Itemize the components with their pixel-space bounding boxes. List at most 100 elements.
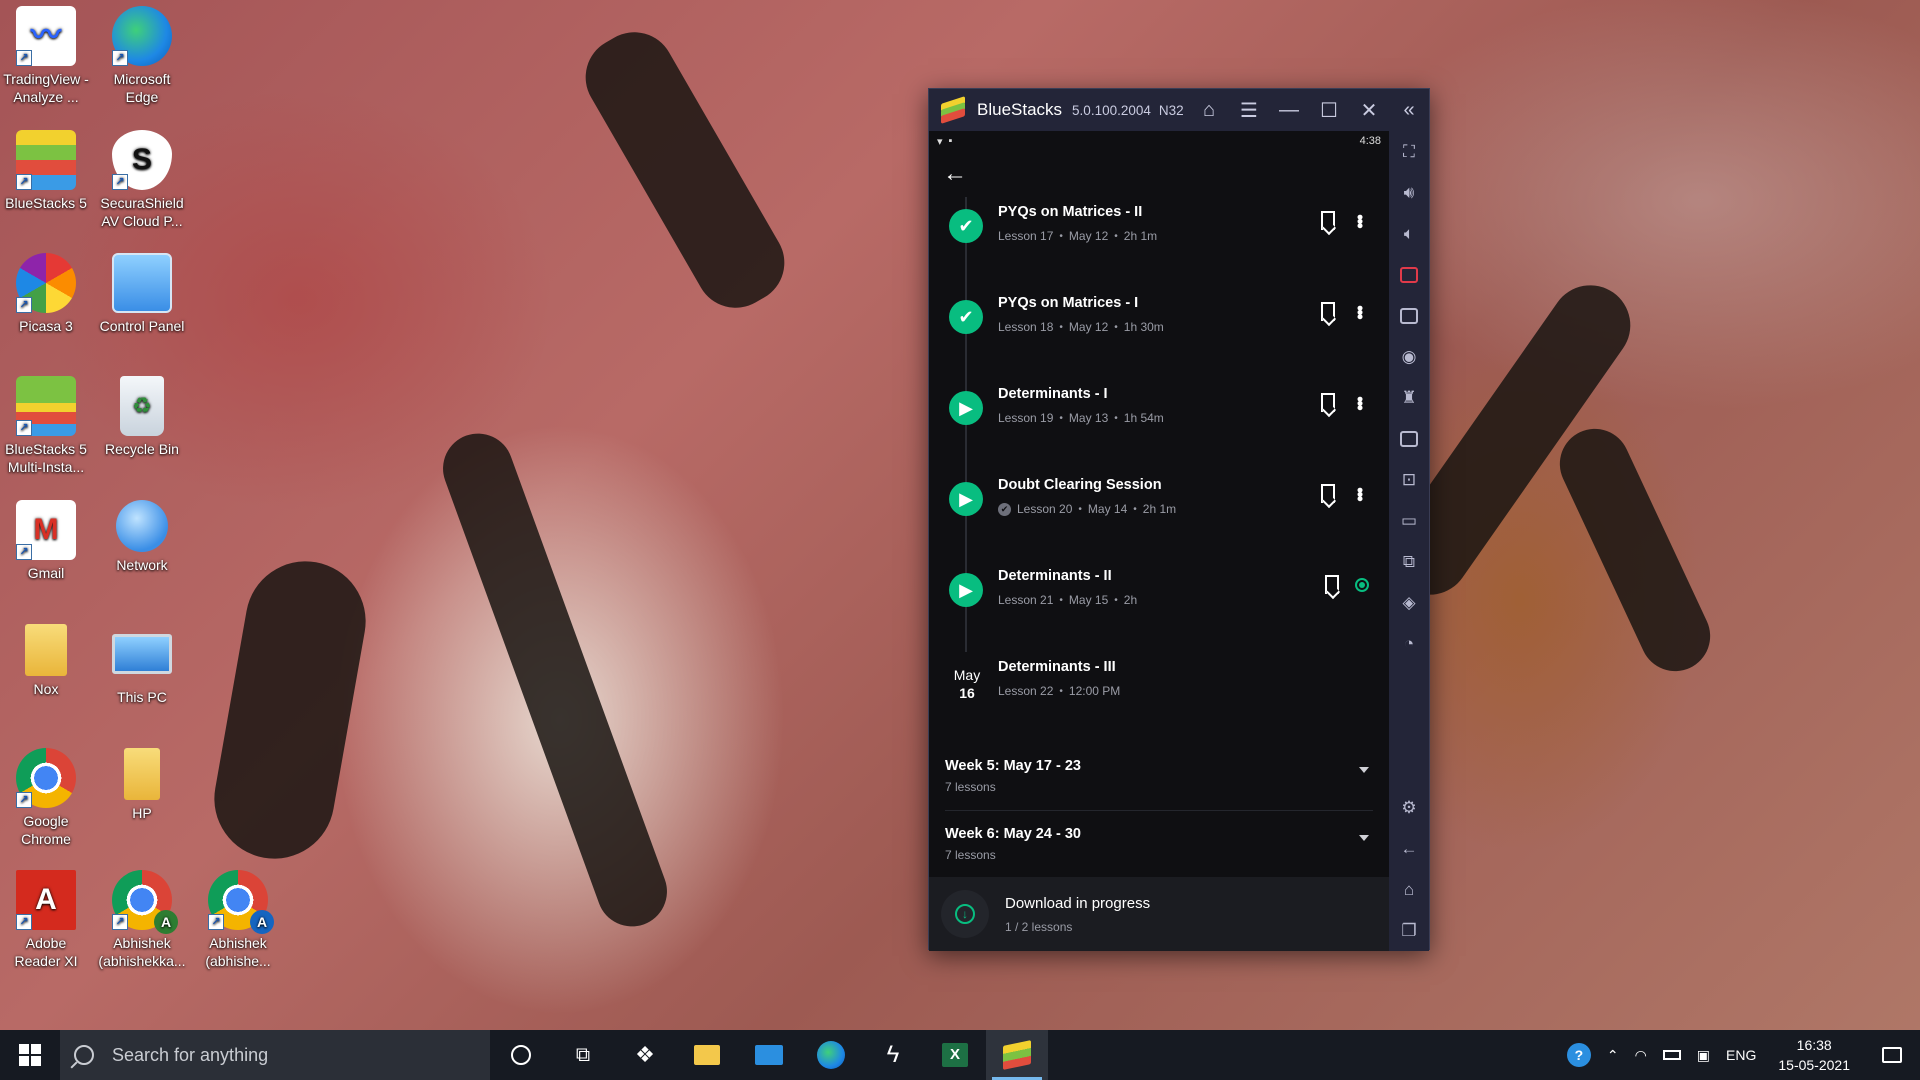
wifi-button[interactable]: ◠ — [1627, 1030, 1655, 1080]
play-icon[interactable]: ▶ — [949, 391, 983, 425]
desktop-icon-picasa[interactable]: ↗ Picasa 3 — [2, 253, 90, 335]
desktop-icon-adobe-reader[interactable]: A ↗ Adobe Reader XI — [2, 870, 90, 970]
desktop-icon-chrome[interactable]: ↗ Google Chrome — [2, 748, 90, 848]
media-folder-button[interactable]: ▭ — [1389, 500, 1429, 541]
bluestacks-window: BlueStacks 5.0.100.2004 N32 ⌂ ☰ — ☐ ✕ « … — [928, 88, 1430, 951]
play-icon[interactable]: ▶ — [949, 573, 983, 607]
lesson-item[interactable]: May 16 Determinants - III Lesson 22 • 12:… — [929, 652, 1389, 743]
lesson-item[interactable]: ▶ Doubt Clearing Session ✔ Lesson 20 • Ma… — [929, 470, 1389, 561]
screenshot-button[interactable]: ⊡ — [1389, 459, 1429, 500]
keyboard-button[interactable] — [1389, 295, 1429, 336]
task-view-button[interactable]: ⧉ — [552, 1030, 614, 1080]
multi-instance-button[interactable]: ⧉ — [1389, 541, 1429, 582]
window-version: 5.0.100.2004 — [1072, 102, 1151, 118]
settings-button[interactable]: ⚙ — [1389, 787, 1429, 828]
meet-now-button[interactable]: ▣ — [1689, 1030, 1718, 1080]
desktop-icon-tradingview[interactable]: 〰 ↗ TradingView - Analyze ... — [2, 6, 90, 106]
chevron-down-icon — [1359, 767, 1369, 773]
desktop-icon-control-panel[interactable]: Control Panel — [98, 253, 186, 335]
language-button[interactable]: ENG — [1718, 1030, 1764, 1080]
bookmark-icon[interactable] — [1321, 302, 1335, 321]
bluestacks-titlebar[interactable]: BlueStacks 5.0.100.2004 N32 ⌂ ☰ — ☐ ✕ « — [929, 89, 1429, 131]
minimize-button[interactable]: — — [1269, 89, 1309, 131]
desktop-icon-hp[interactable]: HP — [98, 748, 186, 822]
download-progress-bar[interactable]: ↓ Download in progress 1 / 2 lessons — [929, 877, 1389, 951]
fullscreen-button[interactable]: ⛶ — [1389, 131, 1429, 172]
play-icon[interactable]: ▶ — [949, 482, 983, 516]
lesson-item[interactable]: ✔ PYQs on Matrices - I Lesson 18 • May 12… — [929, 288, 1389, 379]
desktop-icon-abhishek-1[interactable]: A ↗ Abhishek (abhishekka... — [98, 870, 186, 970]
menu-button[interactable]: ☰ — [1229, 89, 1269, 131]
bookmark-icon[interactable] — [1321, 484, 1335, 503]
lesson-item[interactable]: ▶ Determinants - II Lesson 21 • May 15 • 2… — [929, 561, 1389, 652]
lesson-item[interactable]: ▶ Determinants - I Lesson 19 • May 13 • 1h… — [929, 379, 1389, 470]
lesson-day: 16 — [959, 685, 975, 701]
lesson-item[interactable]: ✔ PYQs on Matrices - II Lesson 17 • May 1… — [929, 197, 1389, 288]
desktop-icon-network[interactable]: Network — [98, 500, 186, 574]
lesson-number: Lesson 20 — [1017, 502, 1073, 516]
battery-button[interactable] — [1655, 1030, 1689, 1080]
desktop-icon-recycle-bin[interactable]: ♻ Recycle Bin — [98, 376, 186, 458]
week-section[interactable]: Week 6: May 24 - 30 7 lessons — [945, 811, 1373, 879]
more-vert-icon[interactable]: ••• — [1350, 214, 1370, 227]
action-center-button[interactable] — [1864, 1030, 1920, 1080]
maximize-icon: ☐ — [1320, 99, 1338, 122]
close-button[interactable]: ✕ — [1349, 89, 1389, 131]
taskbar-clock[interactable]: 16:38 15-05-2021 — [1764, 1035, 1864, 1075]
shield-icon: S ↗ — [112, 130, 172, 190]
eco-mode-button[interactable]: ◔ — [1389, 623, 1429, 664]
speedometer-icon: ◔ — [1403, 633, 1415, 653]
taskbar-app-bolt[interactable]: ϟ — [862, 1030, 924, 1080]
desktop-icon-bluestacks-multi[interactable]: ↗ BlueStacks 5 Multi-Insta... — [2, 376, 90, 476]
macro-button[interactable]: ◉ — [1389, 336, 1429, 377]
maximize-button[interactable]: ☐ — [1309, 89, 1349, 131]
desktop-icon-securashield[interactable]: S ↗ SecuraShield AV Cloud P... — [98, 130, 186, 230]
game-controls-button[interactable]: ♜ — [1389, 377, 1429, 418]
desktop-icon-label: Gmail — [27, 565, 65, 581]
volume-up-button[interactable]: 🔊︎ — [1389, 172, 1429, 213]
recent-apps-button[interactable]: ❐ — [1389, 910, 1429, 951]
desktop-icon-label: BlueStacks 5 Multi-Insta... — [5, 441, 87, 475]
more-vert-icon[interactable]: ••• — [1350, 305, 1370, 318]
layers-button[interactable]: ◈ — [1389, 582, 1429, 623]
back-arrow-icon[interactable]: ← — [943, 160, 967, 188]
bookmark-icon[interactable] — [1321, 211, 1335, 230]
bookmark-icon[interactable] — [1321, 393, 1335, 412]
taskbar-dropbox[interactable]: ❖ — [614, 1030, 676, 1080]
desktop-icon-bluestacks[interactable]: ↗ BlueStacks 5 — [2, 130, 90, 212]
taskbar-bluestacks[interactable] — [986, 1030, 1048, 1080]
desktop-icon-label: TradingView - Analyze ... — [3, 71, 89, 105]
bookmark-icon[interactable] — [1325, 575, 1339, 594]
more-vert-icon[interactable]: ••• — [1350, 487, 1370, 500]
lesson-duration: 2h — [1123, 593, 1138, 607]
install-apk-button[interactable] — [1389, 418, 1429, 459]
desktop-icon-label: Google Chrome — [21, 813, 71, 847]
home-button[interactable]: ⌂ — [1189, 89, 1229, 131]
desktop-icon-label: BlueStacks 5 — [5, 195, 87, 211]
lesson-title: PYQs on Matrices - I — [998, 295, 1139, 311]
desktop-icon-gmail[interactable]: M ↗ Gmail — [2, 500, 90, 582]
week-section[interactable]: Week 5: May 17 - 23 7 lessons — [945, 743, 1373, 811]
cortana-button[interactable] — [490, 1030, 552, 1080]
more-vert-icon[interactable]: ••• — [1350, 396, 1370, 409]
collapse-sidebar-button[interactable]: « — [1389, 89, 1429, 131]
taskbar-file-explorer[interactable] — [676, 1030, 738, 1080]
desktop-icon-nox[interactable]: Nox — [2, 624, 90, 698]
keyboard-icon — [1400, 307, 1418, 324]
taskbar-edge[interactable] — [800, 1030, 862, 1080]
taskbar-excel[interactable]: X — [924, 1030, 986, 1080]
desktop-icon-abhishek-2[interactable]: A ↗ Abhishek (abhishe... — [194, 870, 282, 970]
record-button[interactable] — [1389, 254, 1429, 295]
taskbar-mail[interactable] — [738, 1030, 800, 1080]
desktop-icon-this-pc[interactable]: This PC — [98, 624, 186, 706]
help-button[interactable]: ? — [1559, 1030, 1599, 1080]
volume-down-button[interactable]: 🔈︎ — [1389, 213, 1429, 254]
desktop-icon-edge[interactable]: ↗ Microsoft Edge — [98, 6, 186, 106]
android-home-button[interactable]: ⌂ — [1389, 869, 1429, 910]
show-hidden-icons-button[interactable]: ⌃ — [1599, 1030, 1627, 1080]
download-subtitle: 1 / 2 lessons — [1005, 919, 1073, 934]
wifi-icon: ▾ — [937, 135, 943, 148]
android-back-button[interactable]: ← — [1389, 828, 1429, 869]
taskbar-search[interactable]: Search for anything — [60, 1030, 490, 1080]
start-button[interactable] — [0, 1030, 60, 1080]
